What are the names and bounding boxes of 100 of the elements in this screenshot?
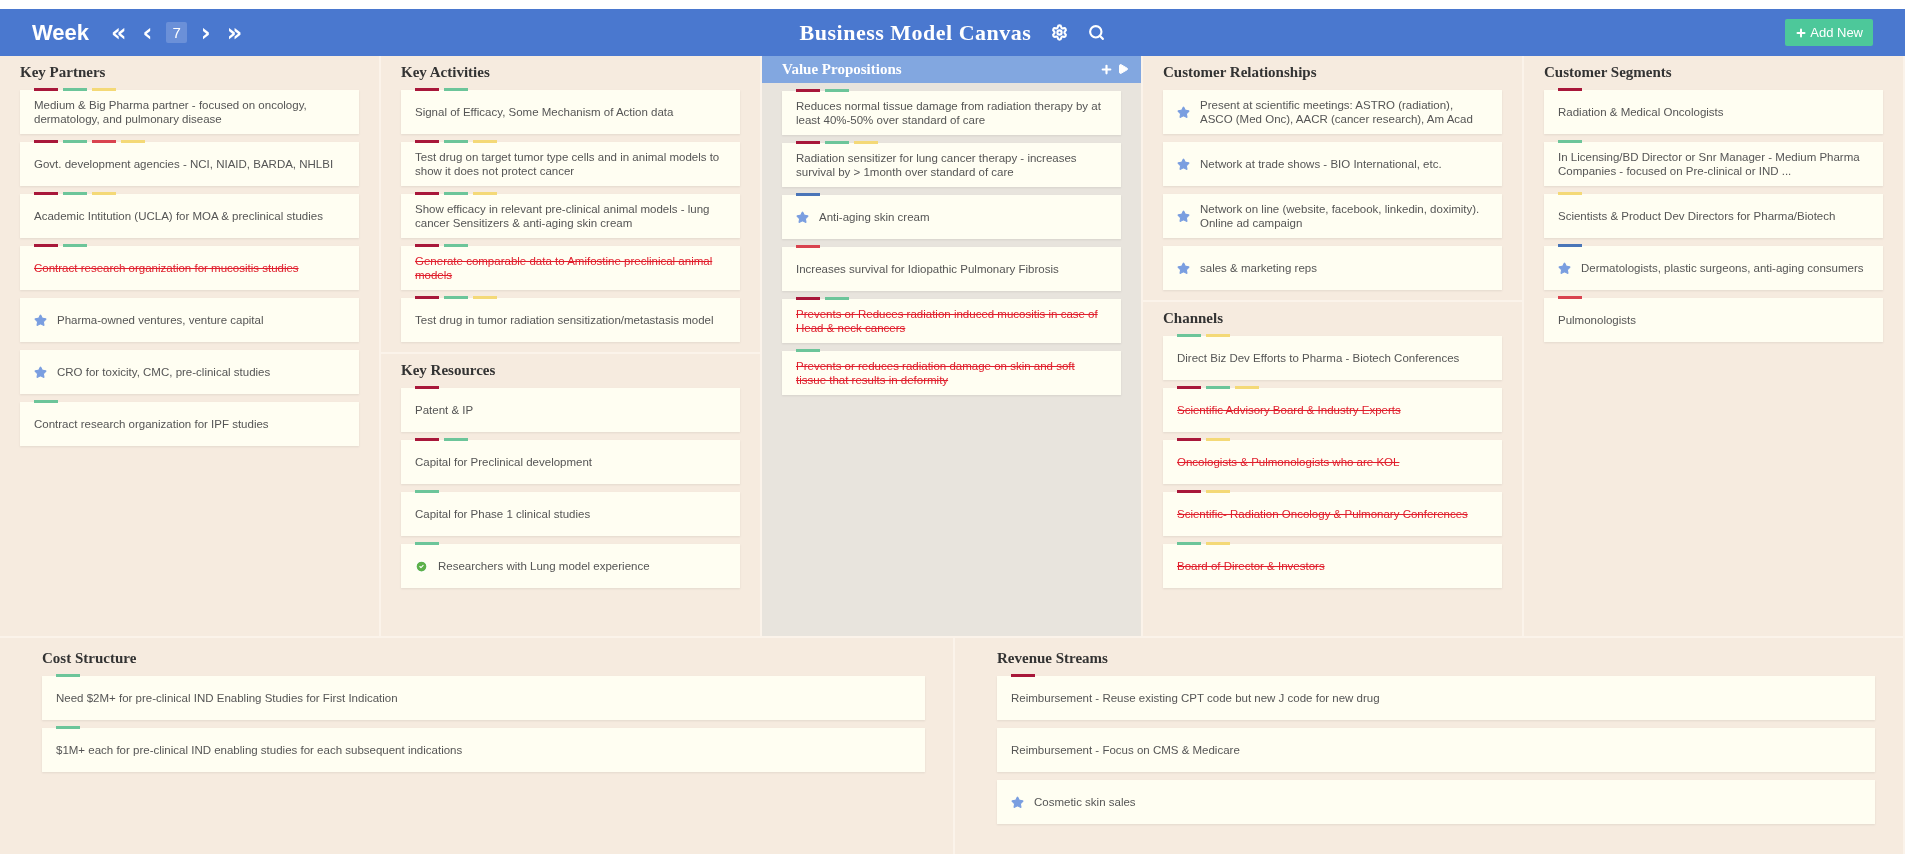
note-text: sales & marketing reps (1200, 261, 1317, 275)
note-text: Test drug in tumor radiation sensitization/metastasis model (415, 313, 714, 327)
star-icon (1177, 209, 1190, 223)
note-card[interactable]: sales & marketing reps (1163, 246, 1502, 290)
note-text: CRO for toxicity, CMC, pre-clinical studies (57, 365, 271, 379)
note-card[interactable]: Anti-aging skin cream (782, 195, 1121, 239)
note-card[interactable]: Signal of Efficacy, Some Mechanism of Action data (401, 90, 740, 134)
note-text: Signal of Efficacy, Some Mechanism of Action data (415, 105, 674, 119)
note-text: Contract research organization for IPF studies (34, 417, 269, 431)
note-card[interactable]: Prevents or Reduces radiation induced mucositis in case of Head & neck cancers (782, 299, 1121, 343)
section-title: Key Activities (401, 63, 490, 81)
note-card[interactable]: Govt. development agencies - NCI, NIAID, BARDA, NHLBI (20, 142, 359, 186)
note-card[interactable]: Generate comparable data to Amifostine preclinical animal models (401, 246, 740, 290)
note-card[interactable]: Board of Director & Investors (1163, 544, 1502, 588)
star-icon (1177, 261, 1190, 275)
note-card[interactable]: Test drug on target tumor type cells and in animal models to show it does not protect cancer (401, 142, 740, 186)
note-text: Board of Director & Investors (1177, 559, 1325, 573)
settings-icon[interactable] (1051, 24, 1069, 41)
note-card[interactable]: In Licensing/BD Director or Snr Manager - Medium Pharma Companies - focused on Pre-clinical or IND ... (1544, 142, 1883, 186)
note-card[interactable]: Cosmetic skin sales (997, 780, 1875, 824)
search-icon[interactable] (1088, 24, 1106, 41)
section-title: Revenue Streams (997, 649, 1108, 667)
note-card[interactable]: Pharma-owned ventures, venture capital (20, 298, 359, 342)
add-icon[interactable] (1100, 63, 1113, 76)
star-icon (1177, 157, 1190, 171)
note-text: Network at trade shows - BIO International, etc. (1200, 157, 1442, 171)
note-card[interactable]: Reimbursement - Focus on CMS & Medicare (997, 728, 1875, 772)
note-text: Dermatologists, plastic surgeons, anti-aging consumers (1581, 261, 1864, 275)
note-card[interactable]: Contract research organization for IPF studies (20, 402, 359, 446)
note-card[interactable]: Capital for Preclinical development (401, 440, 740, 484)
note-card[interactable]: Radiation & Medical Oncologists (1544, 90, 1883, 134)
note-text: Patent & IP (415, 403, 474, 417)
note-text: Reimbursement - Reuse existing CPT code but new J code for new drug (1011, 691, 1380, 705)
note-card[interactable]: $1M+ each for pre-clinical IND enabling studies for each subsequent indications (42, 728, 925, 772)
note-card[interactable]: Scientific Advisory Board & Industry Experts (1163, 388, 1502, 432)
star-icon (1558, 261, 1571, 275)
play-icon[interactable] (1117, 63, 1129, 75)
note-text: Academic Intitution (UCLA) for MOA & preclinical studies (34, 209, 323, 223)
note-card[interactable]: Test drug in tumor radiation sensitization/metastasis model (401, 298, 740, 342)
note-text: Prevents or Reduces radiation induced mucositis in case of Head & neck cancers (796, 307, 1099, 335)
note-card[interactable]: Contract research organization for mucositis studies (20, 246, 359, 290)
note-text: Contract research organization for mucositis studies (34, 261, 299, 275)
note-text: $1M+ each for pre-clinical IND enabling studies for each subsequent indications (56, 743, 463, 757)
previous-week-button[interactable]: ‹ (140, 20, 155, 45)
section-title: Channels (1163, 309, 1224, 327)
note-text: Direct Biz Dev Efforts to Pharma - Biotech Conferences (1177, 351, 1460, 365)
note-card[interactable]: Oncologists & Pulmonologists who are KOL (1163, 440, 1502, 484)
note-card[interactable]: Dermatologists, plastic surgeons, anti-aging consumers (1544, 246, 1883, 290)
star-icon (34, 365, 47, 379)
section-title: Key Partners (20, 63, 106, 81)
note-card[interactable]: Prevents or reduces radiation damage on skin and soft tissue that results in deformity (782, 351, 1121, 395)
star-icon (1177, 105, 1190, 119)
star-icon (34, 313, 47, 327)
note-text: Researchers with Lung model experience (438, 559, 650, 573)
note-card[interactable]: Direct Biz Dev Efforts to Pharma - Biotech Conferences (1163, 336, 1502, 380)
note-text: Oncologists & Pulmonologists who are KOL (1177, 455, 1400, 469)
note-text: Medium & Big Pharma partner - focused on oncology, dermatology, and pulmonary disease (34, 98, 308, 126)
note-card[interactable]: Capital for Phase 1 clinical studies (401, 492, 740, 536)
note-text: Reduces normal tissue damage from radiation therapy by at least 40%-50% over standard of care (796, 99, 1102, 127)
star-icon (1011, 795, 1024, 809)
note-card[interactable]: Network on line (website, facebook, linkedin, doximity). Online ad campaign (1163, 194, 1502, 238)
note-card[interactable]: Researchers with Lung model experience (401, 544, 740, 588)
note-card[interactable]: Academic Intitution (UCLA) for MOA & preclinical studies (20, 194, 359, 238)
note-text: Reimbursement - Focus on CMS & Medicare (1011, 743, 1240, 757)
note-text: Scientists & Product Dev Directors for Pharma/Biotech (1558, 209, 1836, 223)
note-text: Govt. development agencies - NCI, NIAID, BARDA, NHLBI (34, 157, 334, 171)
note-text: Capital for Preclinical development (415, 455, 593, 469)
note-text: Scientific Advisory Board & Industry Experts (1177, 403, 1401, 417)
note-card[interactable]: Network at trade shows - BIO International, etc. (1163, 142, 1502, 186)
section-title: Value Propositions (782, 61, 902, 78)
note-card[interactable]: Need $2M+ for pre-clinical IND Enabling Studies for First Indication (42, 676, 925, 720)
app-title: Business Model Canvas (799, 19, 1032, 46)
note-card[interactable]: Medium & Big Pharma partner - focused on oncology, dermatology, and pulmonary disease (20, 90, 359, 134)
note-card[interactable]: CRO for toxicity, CMC, pre-clinical studies (20, 350, 359, 394)
note-card[interactable]: Radiation sensitizer for lung cancer therapy - increases survival by > 1month over standard of care (782, 143, 1121, 187)
note-card[interactable]: Patent & IP (401, 388, 740, 432)
note-text: Pharma-owned ventures, venture capital (57, 313, 264, 327)
note-text: Cosmetic skin sales (1034, 795, 1136, 809)
note-text: Prevents or reduces radiation damage on skin and soft tissue that results in deformity (796, 359, 1076, 387)
section-title: Key Resources (401, 361, 496, 379)
note-card[interactable]: Increases survival for Idiopathic Pulmonary Fibrosis (782, 247, 1121, 291)
check-circle-icon (415, 559, 428, 573)
section-title: Customer Segments (1544, 63, 1672, 81)
note-card[interactable]: Reduces normal tissue damage from radiation therapy by at least 40%-50% over standard of care (782, 91, 1121, 135)
first-week-button[interactable]: « (109, 20, 129, 45)
next-week-button[interactable]: › (198, 20, 213, 45)
note-card[interactable]: Scientific- Radiation Oncology & Pulmonary Conferences (1163, 492, 1502, 536)
note-text: Scientific- Radiation Oncology & Pulmonary Conferences (1177, 507, 1468, 521)
note-text: Test drug on target tumor type cells and in animal models to show it does not protect cancer (415, 150, 721, 178)
note-card[interactable]: Reimbursement - Reuse existing CPT code but new J code for new drug (997, 676, 1875, 720)
note-text: Pulmonologists (1558, 313, 1636, 327)
week-label: Week (32, 19, 90, 46)
note-text: Need $2M+ for pre-clinical IND Enabling Studies for First Indication (56, 691, 398, 705)
note-card[interactable]: Present at scientific meetings: ASTRO (radiation), ASCO (Med Onc), AACR (cancer research), Am Acad (1163, 90, 1502, 134)
note-text: Network on line (website, facebook, linkedin, doximity). Online ad campaign (1200, 202, 1481, 230)
last-week-button[interactable]: » (224, 20, 245, 45)
note-text: Show efficacy in relevant pre-clinical animal models - lung cancer Sensitizers & anti-aging skin cream (415, 202, 711, 230)
note-card[interactable]: Show efficacy in relevant pre-clinical animal models - lung cancer Sensitizers & anti-aging skin cream (401, 194, 740, 238)
note-card[interactable]: Scientists & Product Dev Directors for Pharma/Biotech (1544, 194, 1883, 238)
note-card[interactable]: Pulmonologists (1544, 298, 1883, 342)
